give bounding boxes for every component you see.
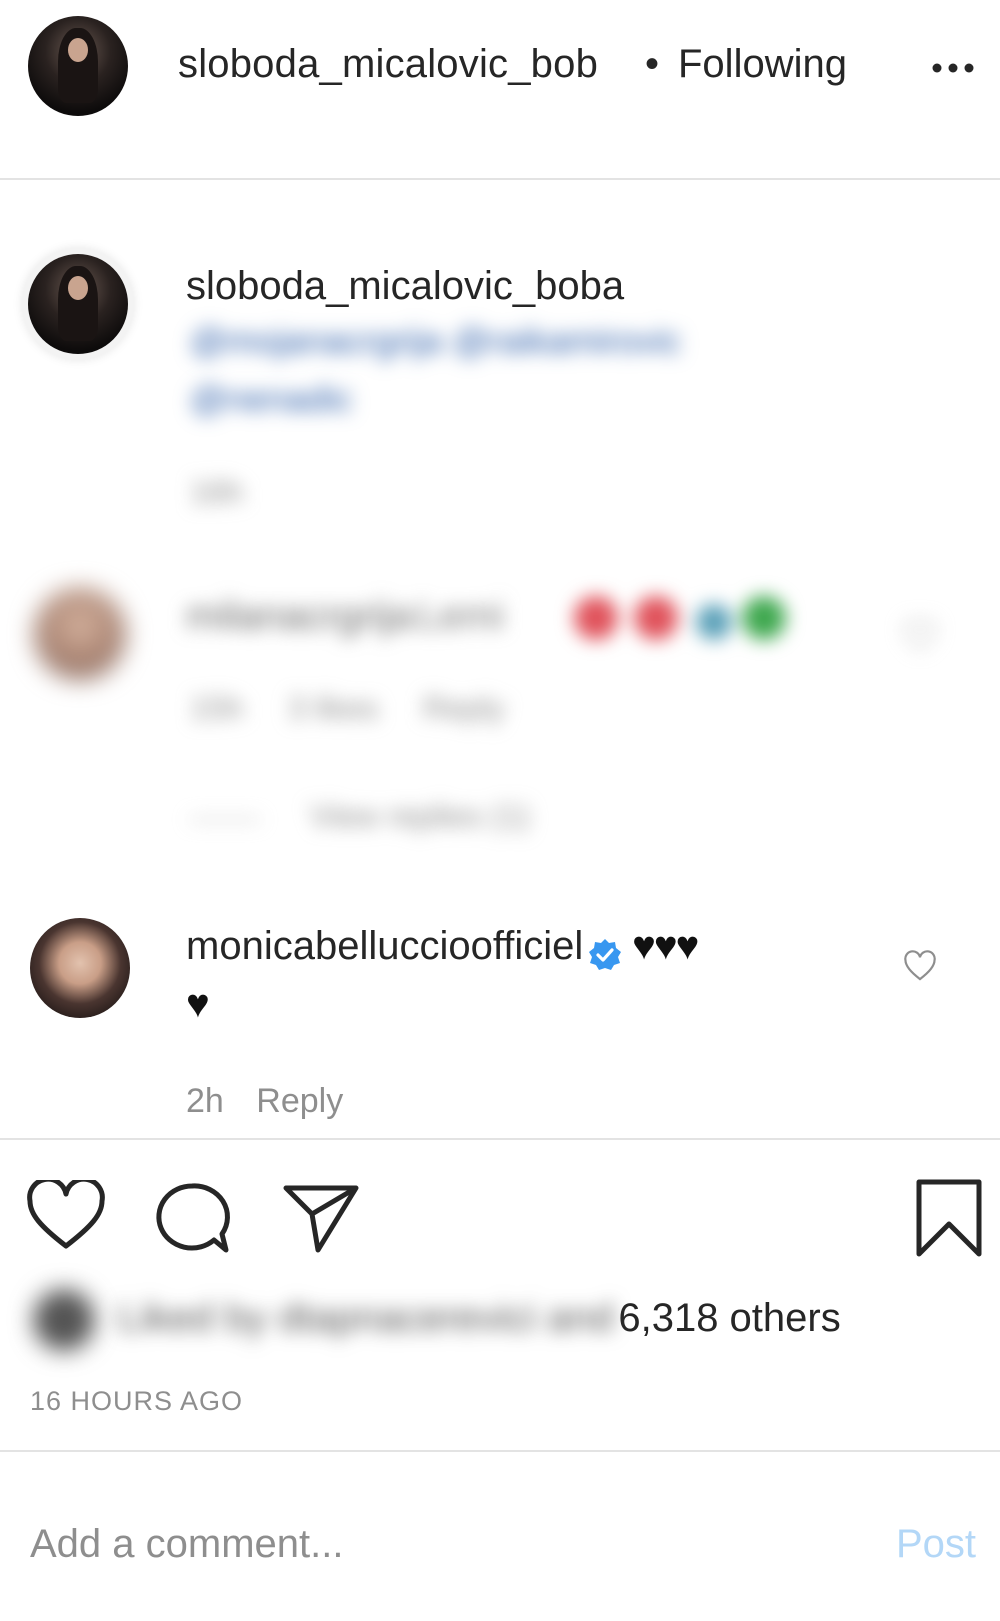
- blurred-comment-avatar[interactable]: [34, 588, 126, 680]
- comment-line-1: monicabelluccioofficiel ♥♥♥: [186, 924, 699, 972]
- post-button[interactable]: Post: [896, 1522, 976, 1567]
- like-icon[interactable]: [26, 1176, 106, 1252]
- caption-username[interactable]: sloboda_micalovic_boba: [186, 264, 624, 309]
- header-avatar[interactable]: [28, 16, 128, 116]
- header-divider: [0, 178, 1000, 180]
- blurred-comment-likes[interactable]: 3 likes: [288, 690, 379, 726]
- header-separator: •: [645, 42, 660, 86]
- comment-text-hearts: ♥♥♥: [632, 924, 699, 968]
- blurred-comment-username[interactable]: milanacrgrija: [186, 594, 413, 638]
- more-options-icon[interactable]: [928, 46, 978, 86]
- blurred-comment-emojis: [572, 590, 792, 646]
- actions-divider: [0, 1138, 1000, 1140]
- bookmark-icon[interactable]: [914, 1178, 984, 1258]
- blurred-comment-meta: 15h 3 likes Reply: [190, 690, 505, 727]
- caption-avatar[interactable]: [28, 254, 128, 354]
- add-comment-input[interactable]: Add a comment...: [30, 1522, 850, 1567]
- view-replies-link[interactable]: View replies (1): [310, 798, 530, 835]
- blurred-comment-time: 15h: [190, 690, 244, 726]
- comment-reply-button[interactable]: Reply: [256, 1082, 343, 1120]
- blurred-comment-text: Lemi: [417, 594, 504, 638]
- following-button[interactable]: Following: [678, 42, 847, 87]
- comment-text-line-2: ♥: [186, 982, 210, 1026]
- likes-row: Liked by dtapnacerevici and 6,318 others: [118, 1296, 841, 1341]
- liker-avatar[interactable]: [34, 1290, 94, 1350]
- share-icon[interactable]: [282, 1182, 360, 1254]
- comment-icon[interactable]: [152, 1180, 232, 1256]
- blurred-comment-line: milanacrgrija Lemi: [186, 594, 504, 639]
- commenter-avatar[interactable]: [30, 918, 130, 1018]
- comment-time: 2h: [186, 1082, 224, 1120]
- liked-by-blurred[interactable]: Liked by dtapnacerevici and: [118, 1296, 614, 1340]
- caption-mentions-line-2[interactable]: @nenadic: [190, 378, 353, 420]
- view-replies-line: [190, 818, 260, 821]
- commenter-username[interactable]: monicabelluccioofficiel: [186, 924, 583, 968]
- comment-box-divider: [0, 1450, 1000, 1452]
- comment-meta: 2h Reply: [186, 1082, 343, 1121]
- header-username[interactable]: sloboda_micalovic_bob: [178, 42, 633, 87]
- likes-count[interactable]: 6,318 others: [618, 1296, 840, 1340]
- caption-time: 16h: [190, 474, 244, 510]
- verified-badge-icon: [588, 938, 622, 972]
- blurred-comment-like-icon[interactable]: [902, 620, 938, 652]
- blurred-comment-reply[interactable]: Reply: [423, 690, 505, 726]
- comment-like-icon[interactable]: [902, 950, 938, 982]
- caption-mentions-line-1[interactable]: @mojanacrgrija @raikamirovic: [190, 320, 681, 362]
- post-timestamp: 16 HOURS AGO: [30, 1386, 244, 1416]
